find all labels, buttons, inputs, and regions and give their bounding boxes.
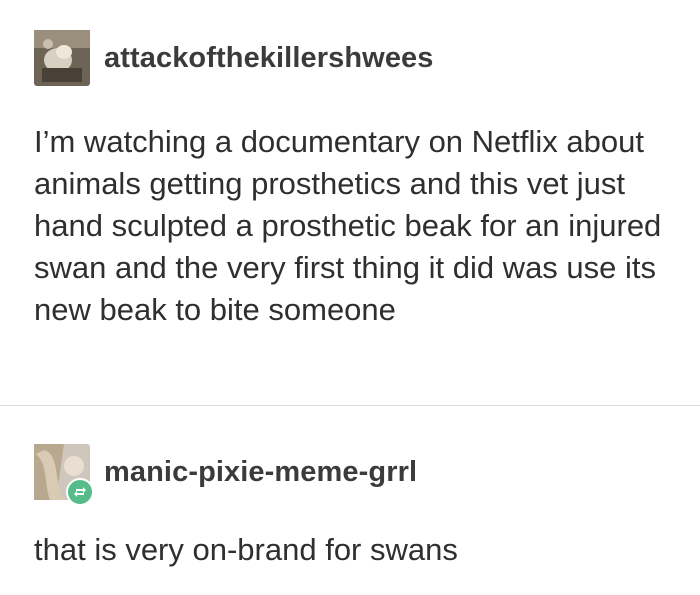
reblog-icon	[66, 478, 94, 506]
username[interactable]: manic-pixie-meme-grrl	[104, 456, 417, 489]
post-original: attackofthekillershwees I’m watching a d…	[0, 0, 700, 405]
avatar[interactable]	[34, 30, 90, 86]
post-text: I’m watching a documentary on Netflix ab…	[34, 124, 662, 327]
post-header: manic-pixie-meme-grrl	[34, 444, 417, 506]
post-reblog: manic-pixie-meme-grrl that is very on-br…	[0, 405, 700, 595]
username[interactable]: attackofthekillershwees	[104, 42, 434, 75]
avatar[interactable]	[34, 444, 94, 506]
post-header: attackofthekillershwees	[34, 30, 434, 86]
post-text: that is very on-brand for swans	[34, 532, 458, 567]
avatar-photo-icon	[34, 30, 90, 86]
